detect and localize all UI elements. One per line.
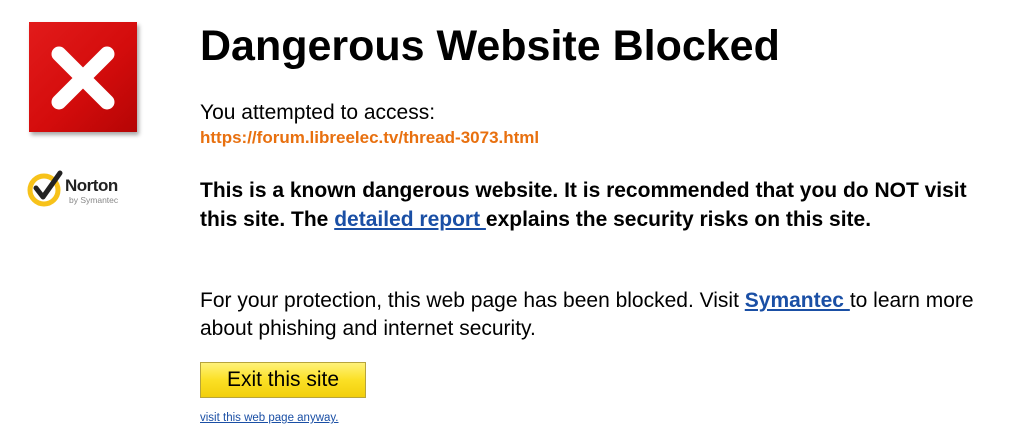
blocked-page: Norton by Symantec Dangerous Website Blo…: [0, 0, 1026, 440]
norton-checkmark-icon: [27, 170, 63, 207]
norton-logo: Norton by Symantec: [27, 168, 142, 210]
warning-message: This is a known dangerous website. It is…: [200, 176, 1000, 234]
attempt-label: You attempted to access:: [200, 101, 436, 124]
protection-text-before: For your protection, this web page has b…: [200, 289, 745, 312]
warning-text-after: explains the security risks on this site…: [485, 208, 872, 231]
page-title: Dangerous Website Blocked: [200, 22, 780, 70]
protection-message: For your protection, this web page has b…: [200, 287, 1000, 343]
norton-sub-text: by Symantec: [69, 195, 119, 205]
visit-anyway-link[interactable]: visit this web page anyway.: [200, 412, 339, 424]
detailed-report-link[interactable]: detailed report: [334, 208, 486, 231]
red-x-icon: [29, 22, 137, 132]
symantec-link[interactable]: Symantec: [745, 289, 850, 312]
norton-brand-text: Norton: [65, 176, 118, 195]
blocked-url: https://forum.libreelec.tv/thread-3073.h…: [200, 128, 540, 147]
exit-site-button[interactable]: Exit this site: [200, 362, 366, 398]
